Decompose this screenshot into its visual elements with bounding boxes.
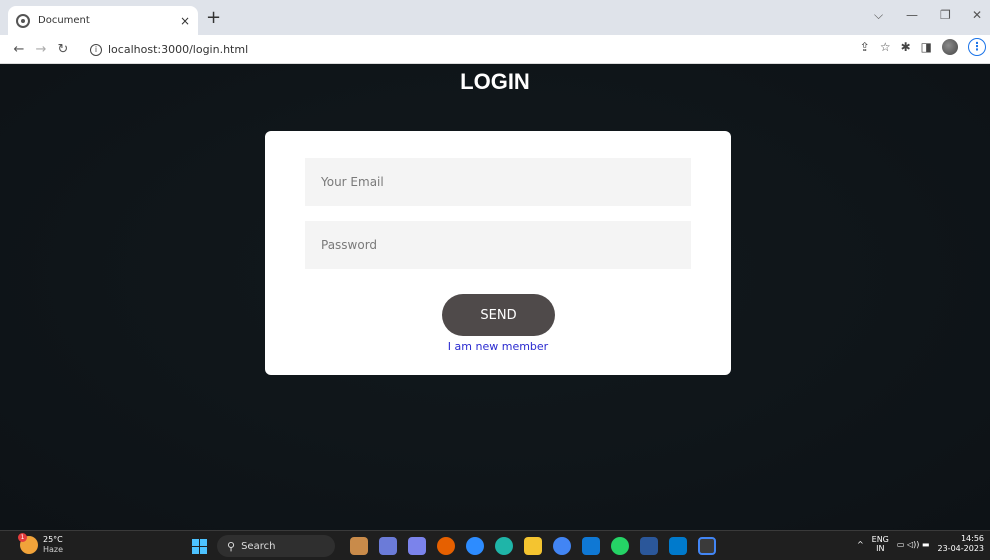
close-window-button[interactable]: ✕ [972, 8, 982, 22]
clock-time: 14:56 [960, 534, 984, 543]
file-explorer-icon[interactable] [524, 537, 542, 555]
info-icon[interactable]: i [90, 43, 102, 56]
system-tray: ^ ENG IN ▭ ◁)) ▬ 14:56 23-04-2023 [857, 534, 984, 554]
weather-desc: Haze [43, 545, 64, 554]
page-content: LOGIN SEND I am new member [0, 65, 990, 530]
new-tab-button[interactable]: + [206, 8, 221, 28]
mail-icon[interactable] [582, 537, 600, 555]
lang-bottom: IN [876, 544, 885, 553]
weather-temp: 25°C [43, 535, 63, 544]
widgets-icon[interactable] [379, 537, 397, 555]
taskbar: 1 25°C Haze ⚲ Search ^ ENG IN ▭ ◁)) ▬ 14… [0, 530, 990, 560]
minimize-button[interactable]: — [906, 8, 918, 22]
browser-tabstrip: Document × + ⌵ — ❐ ✕ [0, 0, 990, 35]
forward-arrow-icon[interactable]: → [30, 42, 52, 57]
wifi-volume-battery-icon[interactable]: ▭ ◁)) ▬ [897, 540, 930, 549]
search-label: Search [241, 540, 276, 552]
clock-date: 23-04-2023 [937, 544, 985, 553]
address-bar[interactable]: i localhost:3000/login.html [90, 39, 830, 60]
new-member-link[interactable]: I am new member [265, 340, 731, 353]
zoom-icon[interactable] [466, 537, 484, 555]
tab-title: Document [38, 15, 90, 26]
url-text: localhost:3000/login.html [108, 43, 249, 56]
login-card: SEND I am new member [265, 131, 731, 375]
chrome-icon[interactable] [553, 537, 571, 555]
side-panel-icon[interactable]: ◨ [921, 40, 932, 54]
vscode-icon[interactable] [669, 537, 687, 555]
weather-sun-icon: 1 [18, 533, 38, 554]
kebab-menu-icon[interactable]: ⋮ [968, 38, 986, 56]
send-button[interactable]: SEND [442, 294, 555, 336]
browser-tab[interactable]: Document × [8, 6, 198, 35]
taskbar-search[interactable]: ⚲ Search [217, 535, 335, 557]
taskbar-apps [350, 537, 716, 555]
tab-search-icon[interactable]: ⌵ [874, 8, 883, 23]
browser-toolbar: ← → ↻ i localhost:3000/login.html ⇪ ☆ ✱ … [0, 35, 990, 64]
email-field[interactable] [305, 158, 691, 206]
firefox-icon[interactable] [437, 537, 455, 555]
weather-badge: 1 [18, 533, 27, 542]
extensions-puzzle-icon[interactable]: ✱ [901, 40, 911, 54]
toolbar-icons: ⇪ ☆ ✱ ◨ ⋮ [860, 38, 986, 56]
password-field[interactable] [305, 221, 691, 269]
tab-close-icon[interactable]: × [180, 14, 190, 28]
clock[interactable]: 14:56 23-04-2023 [938, 534, 985, 554]
windows-start-icon[interactable] [192, 539, 207, 554]
tray-chevron-icon[interactable]: ^ [857, 540, 864, 549]
reload-icon[interactable]: ↻ [52, 42, 74, 57]
weather-widget[interactable]: 1 25°C Haze [18, 533, 64, 555]
bookmark-star-icon[interactable]: ☆ [880, 40, 891, 54]
globe-icon [16, 13, 30, 28]
restore-button[interactable]: ❐ [940, 8, 951, 22]
share-icon[interactable]: ⇪ [860, 40, 870, 54]
back-arrow-icon[interactable]: ← [8, 42, 30, 57]
whatsapp-icon[interactable] [611, 537, 629, 555]
page-title: LOGIN [460, 69, 530, 94]
edge-icon[interactable] [495, 537, 513, 555]
news-app-icon[interactable] [350, 537, 368, 555]
teams-icon[interactable] [408, 537, 426, 555]
language-indicator[interactable]: ENG IN [872, 535, 889, 553]
search-icon: ⚲ [227, 539, 236, 553]
word-icon[interactable] [640, 537, 658, 555]
profile-avatar[interactable] [942, 39, 958, 55]
lang-top: ENG [871, 535, 889, 544]
chrome-active-icon[interactable] [698, 537, 716, 555]
